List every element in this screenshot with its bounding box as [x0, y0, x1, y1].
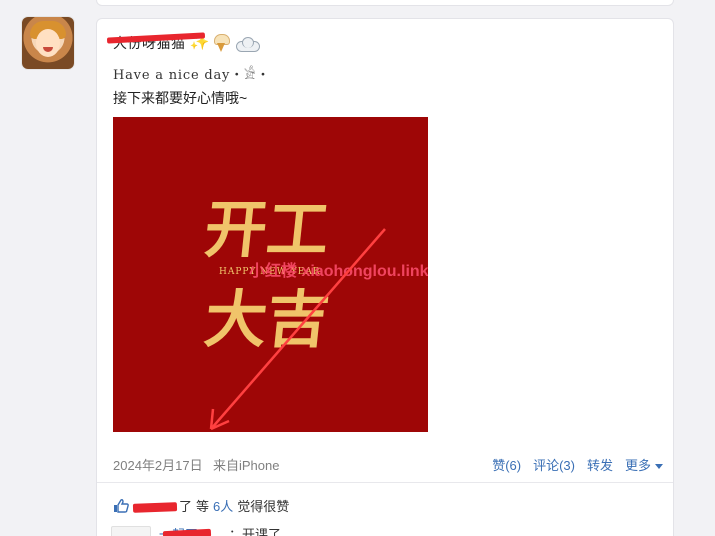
comment-item: 一起天 ：开课了 [111, 523, 671, 536]
chevron-down-icon [655, 464, 663, 470]
thumbs-up-icon [114, 498, 129, 513]
post-image[interactable]: 开工 HAPPY NEW YEAR 大吉 小红楼 xiaohonglou.lin… [113, 117, 428, 432]
previous-card-edge [96, 0, 674, 6]
likes-count[interactable]: 6人 [213, 496, 233, 515]
liker-name[interactable] [132, 499, 178, 513]
repost-button[interactable]: 转发 [587, 455, 613, 474]
more-button[interactable]: 更多 [625, 455, 663, 474]
post-card: 大份呀猫猫 ✨ Have a nice day・𓀀・ 接下来都要好心情哦~ 开工… [96, 18, 674, 536]
author-name[interactable]: 大份呀猫猫 [106, 32, 206, 53]
ice-cream-icon [213, 34, 230, 52]
author-tagline: Have a nice day・𓀀・ [113, 68, 271, 83]
weibo-feed: 大份呀猫猫 ✨ Have a nice day・𓀀・ 接下来都要好心情哦~ 开工… [0, 0, 715, 536]
like-button[interactable]: 赞(6) [492, 455, 521, 474]
commenter-name[interactable]: 一起天 [159, 524, 225, 536]
comment-text: ：开课了 [229, 527, 282, 536]
post-date[interactable]: 2024年2月17日 [113, 455, 203, 474]
post-text: 接下来都要好心情哦~ [113, 90, 248, 106]
post-source: 来自iPhone [213, 458, 280, 473]
post-actions: 赞(6) 评论(3) 转发 更多 [492, 455, 663, 474]
comment-button[interactable]: 评论(3) [533, 455, 575, 474]
likes-summary: 了 等 6人 觉得很赞 [113, 496, 289, 515]
post-meta: 2024年2月17日 来自iPhone 赞(6) 评论(3) 转发 更多 [113, 455, 663, 475]
user-avatar[interactable] [22, 17, 74, 69]
divider [97, 482, 673, 483]
commenter-avatar[interactable] [111, 526, 151, 536]
cloud-icon [235, 36, 260, 52]
red-arrow-annotation [209, 228, 386, 431]
post-author[interactable]: 大份呀猫猫 ✨ [106, 32, 260, 53]
redaction-mark [132, 501, 178, 513]
